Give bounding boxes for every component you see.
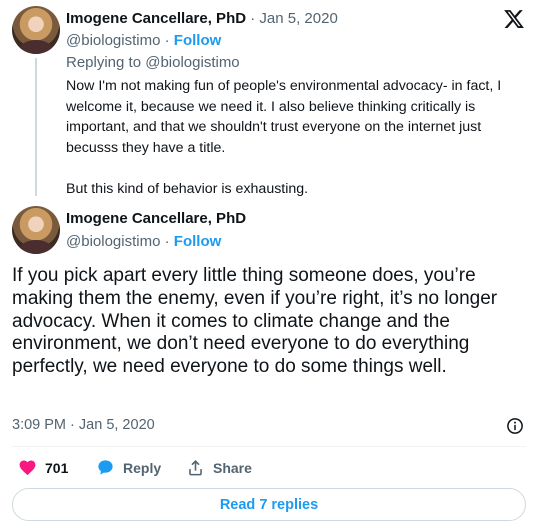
reply-button[interactable]: Reply — [96, 458, 161, 477]
parent-tweet-text: Now I'm not making fun of people's envir… — [66, 76, 526, 200]
avatar[interactable] — [12, 6, 60, 54]
follow-button[interactable]: Follow — [174, 233, 222, 250]
separator: · — [164, 32, 170, 49]
share-icon — [189, 460, 202, 476]
thread-line — [35, 58, 37, 196]
avatar[interactable] — [12, 206, 60, 254]
replying-handle[interactable]: @biologistimo — [145, 54, 239, 71]
tweet-paragraph: But this kind of behavior is exhausting. — [66, 180, 309, 197]
main-handle-row: @biologistimo · Follow — [66, 233, 221, 250]
reply-label: Reply — [123, 459, 162, 476]
separator: · — [70, 417, 75, 433]
parent-author-row: Imogene Cancellare, PhD · Jan 5, 2020 — [66, 10, 338, 27]
parent-handle-row: @biologistimo · Follow — [66, 32, 221, 49]
tweet-timestamp[interactable]: 3:09 PM · Jan 5, 2020 — [12, 417, 155, 433]
info-icon[interactable] — [506, 417, 524, 435]
separator: · — [164, 233, 170, 250]
tweet-time[interactable]: 3:09 PM — [12, 417, 66, 433]
main-tweet-text: If you pick apart every little thing som… — [12, 265, 498, 378]
read-replies-button[interactable]: Read 7 replies — [12, 488, 526, 521]
author-handle[interactable]: @biologistimo — [66, 233, 160, 250]
tweet-date[interactable]: Jan 5, 2020 — [79, 417, 155, 433]
x-logo-icon[interactable] — [503, 8, 525, 30]
action-bar: 701 Reply Share — [12, 458, 532, 478]
share-button[interactable]: Share — [186, 458, 252, 477]
like-count: 701 — [45, 459, 69, 476]
tweet-date[interactable]: Jan 5, 2020 — [259, 10, 337, 27]
replying-to: Replying to @biologistimo — [66, 54, 240, 71]
like-button[interactable]: 701 — [18, 458, 68, 477]
follow-button[interactable]: Follow — [174, 32, 222, 49]
share-label: Share — [213, 459, 252, 476]
author-name[interactable]: Imogene Cancellare, PhD — [66, 10, 246, 27]
divider — [12, 446, 526, 447]
author-handle[interactable]: @biologistimo — [66, 32, 160, 49]
replying-prefix: Replying to — [66, 54, 142, 71]
reply-bubble-icon — [98, 460, 113, 475]
tweet-paragraph: Now I'm not making fun of people's envir… — [66, 78, 502, 156]
main-author-row: Imogene Cancellare, PhD — [66, 210, 246, 227]
author-name[interactable]: Imogene Cancellare, PhD — [66, 210, 246, 227]
heart-icon — [19, 460, 36, 476]
separator: · — [250, 10, 256, 27]
